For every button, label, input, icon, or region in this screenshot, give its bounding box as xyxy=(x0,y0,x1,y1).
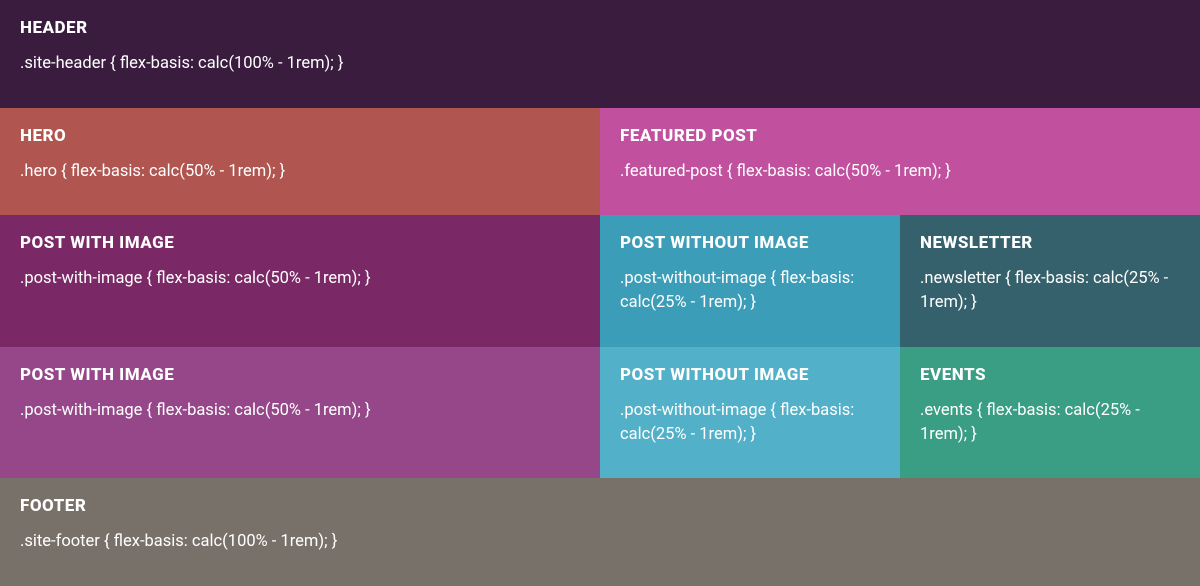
hero-code: .hero { flex-basis: calc(50% - 1rem); } xyxy=(20,160,580,184)
post-without-image-block: POST WITHOUT IMAGE .post-without-image {… xyxy=(600,347,900,479)
featured-post-block: FEATURED POST .featured-post { flex-basi… xyxy=(600,108,1200,216)
post-without-image-code: .post-without-image { flex-basis: calc(2… xyxy=(620,267,880,315)
header-block: HEADER .site-header { flex-basis: calc(1… xyxy=(0,0,1200,108)
post-with-image-title: POST WITH IMAGE xyxy=(20,233,580,253)
header-code: .site-header { flex-basis: calc(100% - 1… xyxy=(20,52,1180,76)
newsletter-block: NEWSLETTER .newsletter { flex-basis: cal… xyxy=(900,215,1200,347)
newsletter-code: .newsletter { flex-basis: calc(25% - 1re… xyxy=(920,267,1180,315)
hero-title: HERO xyxy=(20,126,580,146)
post-without-image-title: POST WITHOUT IMAGE xyxy=(620,365,880,385)
header-title: HEADER xyxy=(20,18,1180,38)
post-without-image-code: .post-without-image { flex-basis: calc(2… xyxy=(620,399,880,447)
post-with-image-block: POST WITH IMAGE .post-with-image { flex-… xyxy=(0,347,600,479)
footer-code: .site-footer { flex-basis: calc(100% - 1… xyxy=(20,530,1180,554)
footer-title: FOOTER xyxy=(20,496,1180,516)
post-without-image-title: POST WITHOUT IMAGE xyxy=(620,233,880,253)
events-code: .events { flex-basis: calc(25% - 1rem); … xyxy=(920,399,1180,447)
post-with-image-block: POST WITH IMAGE .post-with-image { flex-… xyxy=(0,215,600,347)
featured-code: .featured-post { flex-basis: calc(50% - … xyxy=(620,160,1180,184)
events-block: EVENTS .events { flex-basis: calc(25% - … xyxy=(900,347,1200,479)
featured-title: FEATURED POST xyxy=(620,126,1180,146)
newsletter-title: NEWSLETTER xyxy=(920,233,1180,253)
post-with-image-code: .post-with-image { flex-basis: calc(50% … xyxy=(20,267,580,291)
post-with-image-title: POST WITH IMAGE xyxy=(20,365,580,385)
post-with-image-code: .post-with-image { flex-basis: calc(50% … xyxy=(20,399,580,423)
events-title: EVENTS xyxy=(920,365,1180,385)
footer-block: FOOTER .site-footer { flex-basis: calc(1… xyxy=(0,478,1200,586)
post-without-image-block: POST WITHOUT IMAGE .post-without-image {… xyxy=(600,215,900,347)
hero-block: HERO .hero { flex-basis: calc(50% - 1rem… xyxy=(0,108,600,216)
